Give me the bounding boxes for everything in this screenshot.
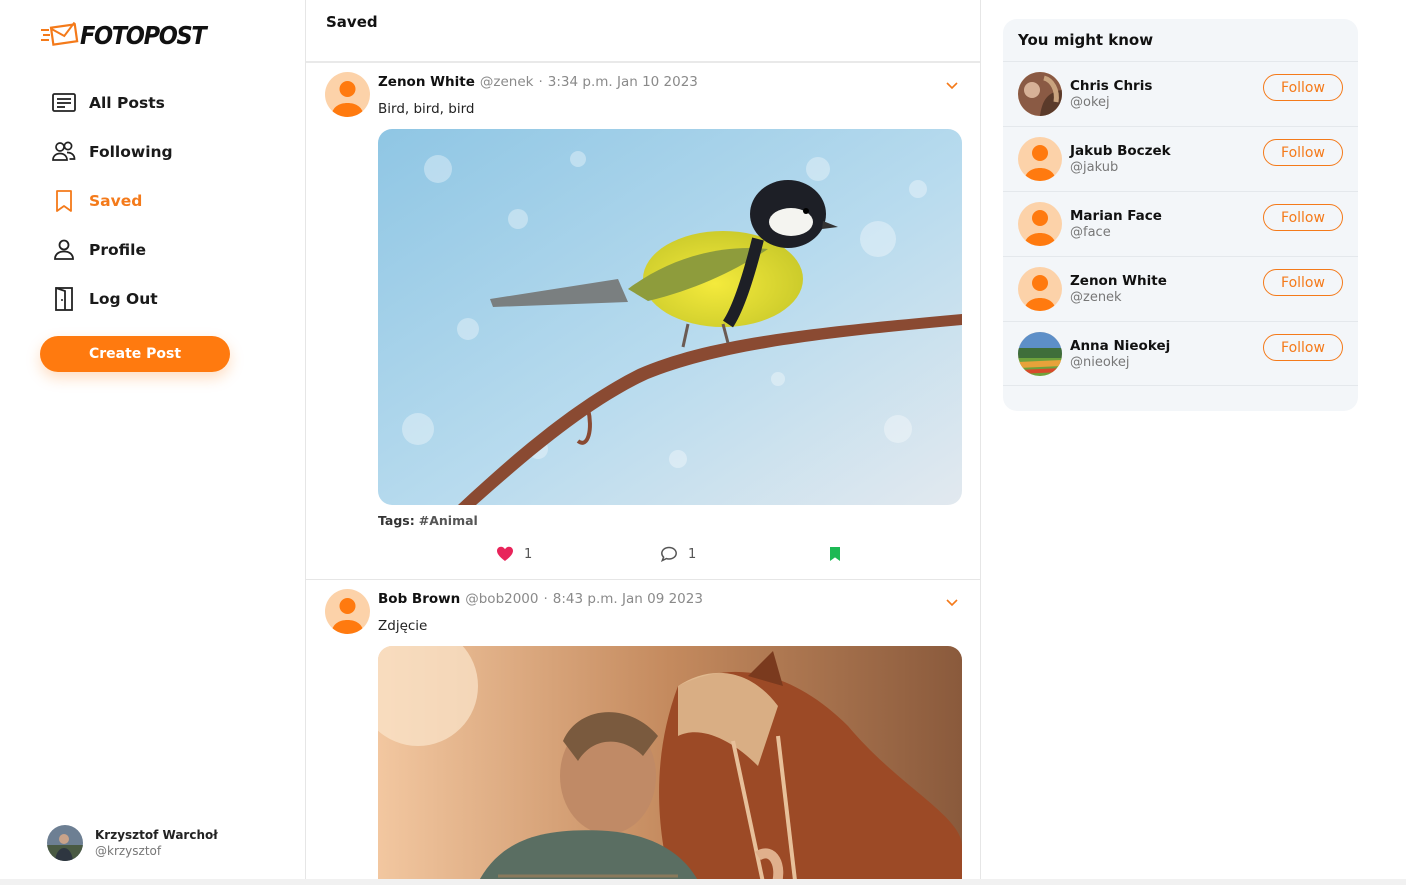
post-handle[interactable]: @bob2000 (465, 591, 538, 607)
heart-icon (497, 546, 513, 561)
comment-count: 1 (688, 546, 697, 562)
suggestion-name[interactable]: Jakub Boczek (1070, 143, 1171, 159)
avatar[interactable] (1018, 72, 1062, 116)
bookmark-icon (50, 187, 78, 215)
avatar[interactable] (1018, 332, 1062, 376)
nav-saved[interactable]: Saved (50, 186, 173, 216)
post-time: 3:34 p.m. Jan 10 2023 (547, 74, 698, 90)
follow-button[interactable]: Follow (1263, 74, 1343, 101)
nav-label: Saved (89, 192, 143, 210)
follow-button[interactable]: Follow (1263, 334, 1343, 361)
post-text: Zdjęcie (378, 618, 428, 634)
post: Zenon White @zenek · 3:34 p.m. Jan 10 2023 … (306, 63, 980, 580)
save-button[interactable] (826, 545, 854, 563)
post-image[interactable] (378, 129, 962, 505)
post-author[interactable]: Bob Brown (378, 591, 460, 607)
chevron-down-icon[interactable] (944, 77, 960, 93)
bookmark-filled-icon (830, 547, 840, 561)
meta-separator: · (543, 591, 548, 607)
suggestion-handle: @okej (1070, 95, 1110, 110)
suggestion-handle: @nieokej (1070, 355, 1130, 370)
envelope-logo-icon (41, 21, 79, 46)
suggestions-panel: You might know Chris Chris @okej Follow … (1003, 19, 1358, 411)
avatar[interactable] (325, 589, 370, 634)
suggestion-handle: @jakub (1070, 160, 1119, 175)
avatar (47, 825, 83, 861)
list-icon (50, 89, 78, 117)
nav-label: Log Out (89, 290, 158, 308)
current-user-name: Krzysztof Warchoł (95, 828, 218, 842)
users-icon (50, 138, 78, 166)
post-tags: Tags: #Animal (378, 513, 478, 528)
suggestions-title: You might know (1018, 31, 1154, 49)
post-author[interactable]: Zenon White (378, 74, 475, 90)
suggestion-handle: @zenek (1070, 290, 1122, 305)
suggestion-name[interactable]: Marian Face (1070, 208, 1162, 224)
post-image[interactable] (378, 646, 962, 885)
left-sidebar: FOTOPOST All Posts Following Saved Profi… (0, 0, 306, 885)
chevron-down-icon[interactable] (944, 594, 960, 610)
nav-following[interactable]: Following (50, 137, 173, 167)
current-user[interactable]: Krzysztof Warchoł @krzysztof (47, 825, 218, 861)
avatar[interactable] (1018, 137, 1062, 181)
current-user-handle: @krzysztof (95, 844, 162, 858)
comment-button[interactable]: 1 (660, 545, 696, 563)
suggestion-row: Zenon White @zenek Follow (1003, 256, 1358, 321)
feed: Saved Zenon White @zenek · 3:34 p.m. Jan 10… (306, 0, 981, 885)
nav-label: All Posts (89, 94, 165, 112)
post-time: 8:43 p.m. Jan 09 2023 (552, 591, 703, 607)
create-post-button[interactable]: Create Post (40, 336, 230, 372)
comment-icon (660, 546, 677, 562)
suggestion-row: Chris Chris @okej Follow (1003, 61, 1358, 126)
tags-label: Tags: (378, 513, 415, 528)
suggestion-handle: @face (1070, 225, 1111, 240)
nav-label: Following (89, 143, 173, 161)
nav-profile[interactable]: Profile (50, 235, 173, 265)
user-icon (50, 236, 78, 264)
post: Bob Brown @bob2000 · 8:43 p.m. Jan 09 2023 … (306, 580, 980, 885)
like-count: 1 (524, 546, 533, 562)
feed-header: Saved (306, 0, 980, 63)
suggestion-row: Jakub Boczek @jakub Follow (1003, 126, 1358, 191)
horizontal-scrollbar[interactable] (0, 879, 1406, 885)
suggestion-name[interactable]: Chris Chris (1070, 78, 1152, 94)
app-logo[interactable]: FOTOPOST (40, 18, 219, 52)
page-title: Saved (326, 13, 378, 31)
follow-button[interactable]: Follow (1263, 269, 1343, 296)
nav-all-posts[interactable]: All Posts (50, 88, 173, 118)
post-handle[interactable]: @zenek (480, 74, 534, 90)
main-nav: All Posts Following Saved Profile Log Ou… (50, 88, 173, 333)
suggestion-name[interactable]: Anna Nieokej (1070, 338, 1170, 354)
door-icon (50, 285, 78, 313)
suggestion-row: Anna Nieokej @nieokej Follow (1003, 321, 1358, 386)
avatar[interactable] (1018, 202, 1062, 246)
tag-link[interactable]: #Animal (419, 513, 478, 528)
post-meta: Zenon White @zenek · 3:34 p.m. Jan 10 2023 (378, 74, 698, 90)
avatar[interactable] (325, 72, 370, 117)
meta-separator: · (538, 74, 543, 90)
nav-label: Profile (89, 241, 146, 259)
post-actions: 1 1 (306, 545, 980, 565)
logo-text: FOTOPOST (80, 20, 207, 50)
post-text: Bird, bird, bird (378, 101, 475, 117)
like-button[interactable]: 1 (496, 545, 532, 563)
nav-logout[interactable]: Log Out (50, 284, 173, 314)
post-meta: Bob Brown @bob2000 · 8:43 p.m. Jan 09 2023 (378, 591, 703, 607)
follow-button[interactable]: Follow (1263, 139, 1343, 166)
avatar[interactable] (1018, 267, 1062, 311)
follow-button[interactable]: Follow (1263, 204, 1343, 231)
suggestion-name[interactable]: Zenon White (1070, 273, 1167, 289)
suggestion-row: Marian Face @face Follow (1003, 191, 1358, 256)
